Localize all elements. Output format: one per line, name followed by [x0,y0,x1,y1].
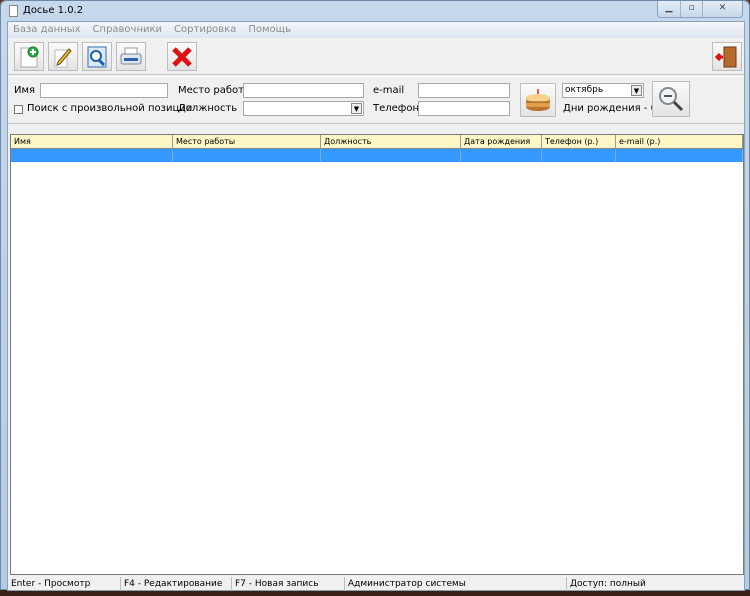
column-header-email[interactable]: e-mail (р.) [616,135,743,148]
email-input[interactable] [418,83,510,98]
chevron-down-icon[interactable]: ▼ [631,85,642,96]
edit-record-button[interactable] [48,42,78,71]
column-header-phone[interactable]: Телефон (р.) [542,135,616,148]
status-new-hint: F7 - Новая запись [232,577,345,591]
column-header-birthdate[interactable]: Дата рождения [461,135,542,148]
anywhere-search-checkbox[interactable] [14,105,23,114]
position-label: Должность [178,103,238,114]
work-input[interactable] [243,83,364,98]
anywhere-search-label: Поиск с произвольной позиции [27,103,193,114]
grid-header: Имя Место работы Должность Дата рождения… [11,135,743,149]
menu-database[interactable]: База данных [13,22,81,38]
position-select[interactable]: ▼ [243,101,364,116]
title-bar: Досье 1.0.2 ▁ ▫ ✕ [1,1,749,21]
status-user: Администратор системы [345,577,567,591]
birthdays-count: Дни рождения - 0 [563,103,657,114]
printer-icon [120,47,142,64]
document-add-icon [20,46,39,67]
birthday-cake-icon [526,89,550,111]
toolbar [8,39,744,75]
cell-phone [542,149,616,162]
menu-sorting[interactable]: Сортировка [174,22,236,38]
table-row-selected[interactable] [11,149,743,162]
phone-label: Телефон [373,103,420,114]
records-grid[interactable]: Имя Место работы Должность Дата рождения… [10,134,744,575]
status-access: Доступ: полный [570,579,646,589]
zoom-out-icon [659,87,684,112]
chevron-down-icon[interactable]: ▼ [351,103,362,114]
add-record-button[interactable] [14,42,44,71]
cell-position [321,149,461,162]
phone-input[interactable] [418,101,510,116]
client-area: База данных Справочники Сортировка Помощ… [7,21,745,591]
app-icon [9,5,18,17]
menu-bar: База данных Справочники Сортировка Помощ… [8,22,744,38]
filter-panel: Имя Поиск с произвольной позиции Место р… [8,76,744,124]
door-exit-icon [715,46,737,67]
column-header-name[interactable]: Имя [11,135,173,148]
cell-workplace [173,149,321,162]
pencil-icon [54,47,72,67]
clear-search-button[interactable] [652,81,690,117]
status-view-hint: Enter - Просмотр [8,577,121,591]
app-window: Досье 1.0.2 ▁ ▫ ✕ База данных Справочник… [0,0,750,591]
column-header-workplace[interactable]: Место работы [173,135,321,148]
menu-help[interactable]: Помощь [248,22,291,38]
name-label: Имя [14,85,36,96]
month-value: октябрь [565,85,604,95]
cell-birthdate [461,149,542,162]
cell-name [11,149,173,162]
menu-references[interactable]: Справочники [93,22,163,38]
work-label: Место работы [178,85,252,96]
name-input[interactable] [40,83,168,98]
red-x-icon [172,46,192,67]
view-record-button[interactable] [82,42,112,71]
magnifier-icon [87,46,107,67]
cell-email [616,149,743,162]
month-select[interactable]: октябрь ▼ [562,83,644,98]
column-header-position[interactable]: Должность [321,135,461,148]
print-button[interactable] [116,42,146,71]
window-title: Досье 1.0.2 [23,5,84,16]
email-label: e-mail [373,85,405,96]
exit-button[interactable] [712,42,742,71]
maximize-button[interactable]: ▫ [680,1,702,17]
birthday-button[interactable] [520,83,556,117]
close-button[interactable]: ✕ [702,1,742,17]
status-bar: Enter - Просмотр F4 - Редактирование F7 … [8,577,744,591]
status-edit-hint: F4 - Редактирование [121,577,232,591]
minimize-button[interactable]: ▁ [658,1,680,17]
delete-record-button[interactable] [167,42,197,71]
